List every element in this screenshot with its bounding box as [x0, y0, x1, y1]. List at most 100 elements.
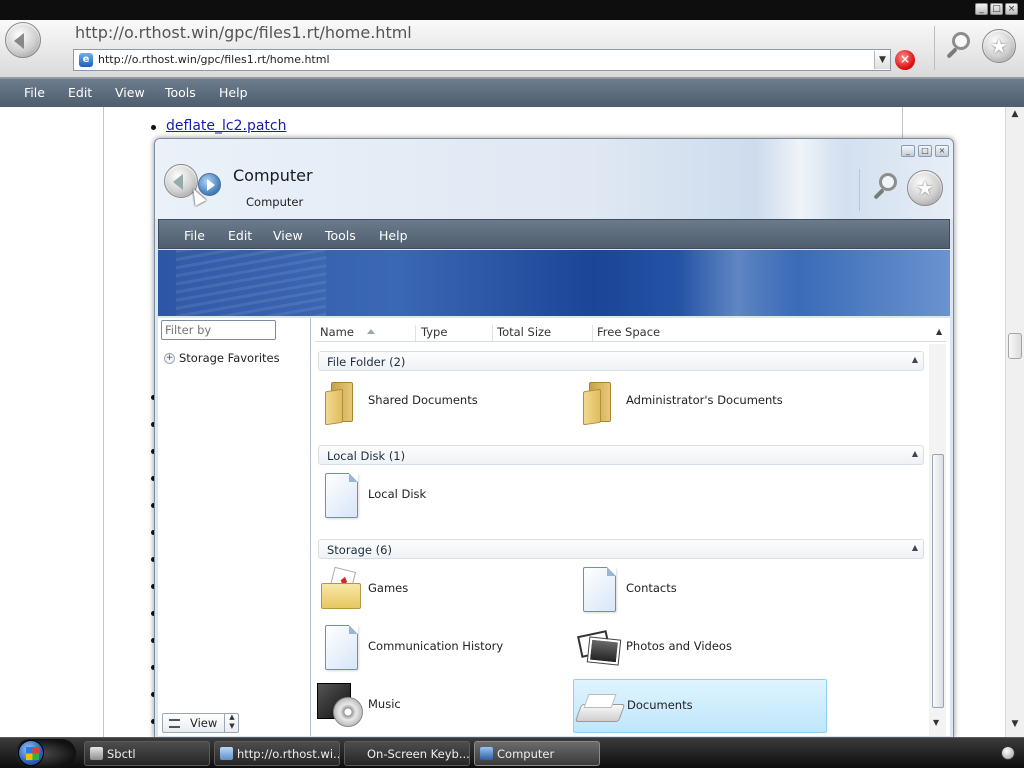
screen-top-strip: _ □ ×: [0, 0, 1024, 20]
favorites-star-icon[interactable]: ★: [907, 170, 943, 206]
page-scroll-thumb[interactable]: [1008, 333, 1022, 359]
document-icon: [325, 625, 358, 670]
favorites-star-icon[interactable]: ★: [982, 29, 1016, 63]
browser-page-title: http://o.rthost.win/gpc/files1.rt/home.h…: [75, 23, 412, 42]
toolbar-divider: [934, 26, 935, 70]
address-dropdown-button[interactable]: ▼: [874, 51, 890, 69]
sort-ascending-icon: [367, 329, 375, 334]
header-banner: [158, 250, 950, 316]
computer-window: _ □ × Computer Computer ★ File Edit View…: [154, 138, 954, 738]
menu-edit[interactable]: Edit: [68, 85, 92, 100]
scroll-up-arrow-icon[interactable]: ▲: [936, 327, 942, 336]
computer-icon: [480, 747, 493, 760]
address-text[interactable]: http://o.rthost.win/gpc/files1.rt/home.h…: [98, 53, 330, 66]
games-icon: [321, 566, 361, 611]
list-item[interactable]: Music: [315, 681, 565, 731]
content-border: [103, 107, 104, 737]
list-item[interactable]: Local Disk: [315, 471, 565, 521]
view-spinner-icon[interactable]: ▲ ▼: [224, 713, 239, 733]
scroll-down-arrow-icon[interactable]: ▼: [933, 718, 939, 727]
stop-button[interactable]: ×: [895, 50, 915, 70]
search-icon[interactable]: [871, 171, 901, 205]
column-type[interactable]: Type: [421, 325, 493, 342]
list-item[interactable]: Shared Documents: [315, 377, 565, 427]
minimize-button[interactable]: _: [975, 3, 988, 15]
menu-view[interactable]: View: [273, 228, 303, 243]
list-item[interactable]: Photos and Videos: [573, 623, 823, 673]
windows-orb-icon: [18, 740, 44, 766]
menu-file[interactable]: File: [24, 85, 45, 100]
menu-tools[interactable]: Tools: [165, 85, 196, 100]
breadcrumb[interactable]: Computer: [246, 195, 303, 209]
collapse-chevron-icon[interactable]: ▲: [912, 355, 918, 364]
collapse-chevron-icon[interactable]: ▲: [912, 449, 918, 458]
menu-view[interactable]: View: [115, 85, 145, 100]
list-item[interactable]: Communication History: [315, 623, 565, 673]
ie-icon: [220, 747, 233, 760]
system-tray-icon[interactable]: [1001, 746, 1015, 760]
menu-file[interactable]: File: [184, 228, 205, 243]
documents-tray-icon: [574, 694, 626, 724]
column-free-space[interactable]: Free Space: [597, 325, 697, 342]
document-icon: [583, 567, 616, 612]
taskbar-label: http://o.rthost.wi...: [237, 747, 340, 761]
header-sheen: [755, 139, 845, 219]
list-item[interactable]: Administrator's Documents: [573, 377, 823, 427]
window-maximize-button[interactable]: □: [918, 145, 932, 157]
content-scrollbar[interactable]: ▼: [929, 344, 946, 736]
group-header[interactable]: File Folder (2) ▲: [318, 351, 924, 371]
item-label: Documents: [627, 698, 693, 712]
patch-file-link[interactable]: deflate_lc2.patch: [166, 118, 286, 134]
menu-help[interactable]: Help: [219, 85, 248, 100]
window-close-button[interactable]: ×: [935, 145, 949, 157]
music-icon: [317, 683, 363, 729]
menu-tools[interactable]: Tools: [325, 228, 356, 243]
group-header[interactable]: Local Disk (1) ▲: [318, 445, 924, 465]
item-label: Music: [368, 697, 401, 711]
forward-arrow-icon: [207, 179, 215, 191]
browser-menu-bar: File Edit View Tools Help: [0, 78, 1024, 107]
close-button[interactable]: ×: [1005, 3, 1018, 15]
window-minimize-button[interactable]: _: [901, 145, 915, 157]
taskbar: Sbctl http://o.rthost.wi... On-Screen Ke…: [0, 737, 1024, 768]
window-title: Computer: [233, 166, 313, 185]
scroll-up-arrow-icon[interactable]: ▲: [1006, 109, 1024, 123]
taskbar-button-browser[interactable]: http://o.rthost.wi...: [214, 741, 340, 766]
expand-icon[interactable]: +: [164, 353, 175, 364]
item-label: Shared Documents: [368, 393, 478, 407]
taskbar-button-computer[interactable]: Computer: [474, 741, 600, 766]
menu-edit[interactable]: Edit: [228, 228, 252, 243]
group-header[interactable]: Storage (6) ▲: [318, 539, 924, 559]
start-button[interactable]: [16, 739, 76, 768]
taskbar-button-sbctl[interactable]: Sbctl: [84, 741, 210, 766]
content-pane: Name Type Total Size Free Space ▲ File F…: [312, 318, 950, 736]
taskbar-button-keyboard[interactable]: On-Screen Keyb...: [344, 741, 470, 766]
view-selector[interactable]: View ▲ ▼: [162, 713, 239, 733]
item-label: Contacts: [626, 581, 677, 595]
list-item[interactable]: Games: [315, 565, 565, 615]
banner-document-graphic: [176, 250, 326, 316]
view-label: View: [190, 716, 218, 730]
folder-icon: [325, 382, 355, 426]
list-item[interactable]: Contacts: [573, 565, 823, 615]
filter-input[interactable]: [161, 320, 276, 340]
search-icon[interactable]: [944, 30, 974, 64]
item-label: Photos and Videos: [626, 639, 732, 653]
storage-favorites-item[interactable]: Storage Favorites: [179, 351, 280, 365]
maximize-button[interactable]: □: [990, 3, 1003, 15]
column-label: Name: [320, 325, 354, 339]
folder-icon: [583, 382, 613, 426]
window-menu-bar: File Edit View Tools Help: [158, 219, 950, 249]
menu-help[interactable]: Help: [379, 228, 408, 243]
address-bar[interactable]: e http://o.rthost.win/gpc/files1.rt/home…: [73, 49, 891, 71]
collapse-chevron-icon[interactable]: ▲: [912, 543, 918, 552]
column-total-size[interactable]: Total Size: [497, 325, 593, 342]
list-item-selected[interactable]: Documents: [573, 679, 827, 733]
content-scroll-thumb[interactable]: [932, 454, 944, 708]
browser-back-button[interactable]: [5, 22, 41, 58]
page-scrollbar[interactable]: ▲ ▼: [1005, 107, 1024, 737]
back-arrow-icon: [173, 174, 183, 190]
document-icon: [325, 473, 358, 518]
scroll-down-arrow-icon[interactable]: ▼: [1006, 719, 1024, 733]
column-name[interactable]: Name: [320, 325, 416, 342]
